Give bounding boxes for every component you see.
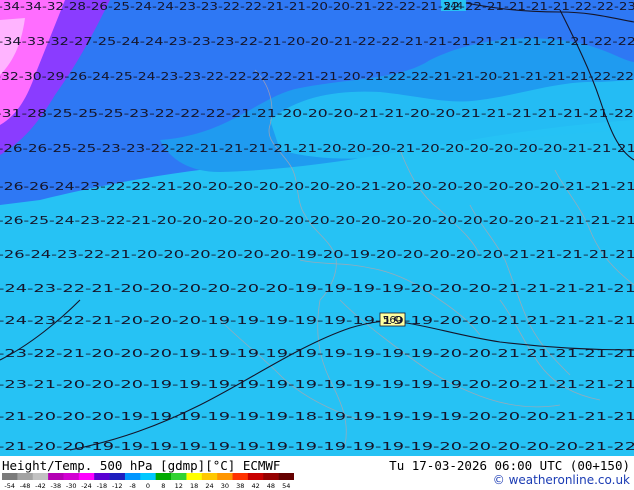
color-legend-swatch: [94, 473, 110, 480]
weather-map-panel: 560 544 -34-34-32-28-26-25-24-24-23-23-2…: [0, 0, 634, 490]
color-legend-swatch: [48, 473, 64, 480]
color-legend-swatch: [63, 473, 80, 480]
color-legend-swatch: [186, 473, 203, 480]
temperature-row: -24-23-22-21-20-20-20-19-19-19-19-19-19-…: [0, 314, 634, 327]
temperature-row: -26-24-23-22-21-20-20-20-20-20-20-19-20-…: [0, 248, 634, 261]
temperature-row: -21-20-20-20-19-19-19-19-19-19-18-19-19-…: [0, 410, 634, 423]
color-legend-swatch: [278, 473, 294, 480]
color-legend-tick: 18: [190, 482, 198, 489]
temperature-row: -24-23-22-21-20-20-20-20-20-20-19-19-19-…: [0, 282, 634, 295]
color-legend-swatch: [17, 473, 34, 480]
color-legend-tick: -54: [4, 482, 15, 489]
temperature-row: -26-25-24-23-22-21-20-20-20-20-20-20-20-…: [0, 214, 634, 227]
color-legend-swatch: [232, 473, 249, 480]
color-legend-swatch: [171, 473, 187, 480]
map-title: Height/Temp. 500 hPa [gdmp][°C] ECMWF: [2, 458, 281, 473]
color-legend-tick: 54: [282, 482, 290, 489]
temperature-row: -21-20-20-19-19-19-19-19-19-19-19-19-19-…: [0, 440, 634, 453]
temperature-row: -23-22-21-20-20-20-19-19-19-19-19-19-19-…: [0, 347, 634, 360]
color-legend-swatch: [124, 473, 141, 480]
color-legend-swatch: [247, 473, 264, 480]
color-legend-swatch: [78, 473, 95, 480]
color-legend-tick: -42: [35, 482, 46, 489]
color-legend-swatch: [140, 473, 156, 480]
temperature-row: -34-33-32-27-25-24-24-23-23-23-22-21-20-…: [0, 35, 634, 48]
footer-bar: Height/Temp. 500 hPa [gdmp][°C] ECMWF Tu…: [0, 456, 634, 490]
map-valid-time: Tu 17-03-2026 06:00 UTC (00+150): [389, 458, 630, 473]
color-legend-tick: 0: [146, 482, 150, 489]
temperature-row: -26-26-25-25-23-23-22-22-21-21-21-21-21-…: [0, 142, 634, 155]
color-legend-tick: 38: [236, 482, 244, 489]
temperature-row: -32-30-29-26-24-25-24-23-23-22-22-22-22-…: [0, 70, 634, 83]
color-legend-swatch: [155, 473, 172, 480]
color-legend-tick: -12: [112, 482, 123, 489]
temperature-row: -34-34-32-28-26-25-24-24-23-23-22-22-21-…: [0, 0, 634, 13]
temperature-row: -26-26-24-23-22-22-21-20-20-20-20-20-20-…: [0, 180, 634, 193]
color-legend-swatch: [263, 473, 279, 480]
color-legend-tick: -8: [129, 482, 135, 489]
temperature-row: -23-21-20-20-20-19-19-19-19-19-19-19-19-…: [0, 378, 634, 391]
temperature-row: -31-28-25-25-25-23-22-22-22-21-21-20-20-…: [0, 107, 634, 120]
color-legend-ticks: -54 -48 -42 -38 -30 -24 -18 -12 -8 0 8 12 18 24 30 38 42…: [4, 482, 290, 489]
color-legend-tick: 42: [251, 482, 259, 489]
color-legend-swatches: [2, 473, 294, 480]
color-legend-tick: -30: [66, 482, 77, 489]
color-legend-tick: 30: [221, 482, 229, 489]
color-legend-tick: -38: [50, 482, 61, 489]
color-legend-tick: 24: [205, 482, 213, 489]
color-legend-swatch: [217, 473, 233, 480]
color-legend-tick: 8: [161, 482, 165, 489]
color-legend-swatch: [2, 473, 18, 480]
color-legend-swatch: [32, 473, 49, 480]
color-legend-tick: -24: [81, 482, 92, 489]
color-legend-tick: 48: [267, 482, 275, 489]
color-legend-tick: 12: [175, 482, 183, 489]
map-canvas: 560 544 -34-34-32-28-26-25-24-24-23-23-2…: [0, 0, 634, 456]
color-legend-swatch: [201, 473, 218, 480]
color-legend-swatch: [109, 473, 126, 480]
color-legend-tick: -48: [20, 482, 31, 489]
site-credit: © weatheronline.co.uk: [492, 473, 630, 487]
color-legend: -54 -48 -42 -38 -30 -24 -18 -12 -8 0 8 12 18 24 30 38 42…: [2, 473, 294, 489]
color-legend-tick: -18: [97, 482, 108, 489]
